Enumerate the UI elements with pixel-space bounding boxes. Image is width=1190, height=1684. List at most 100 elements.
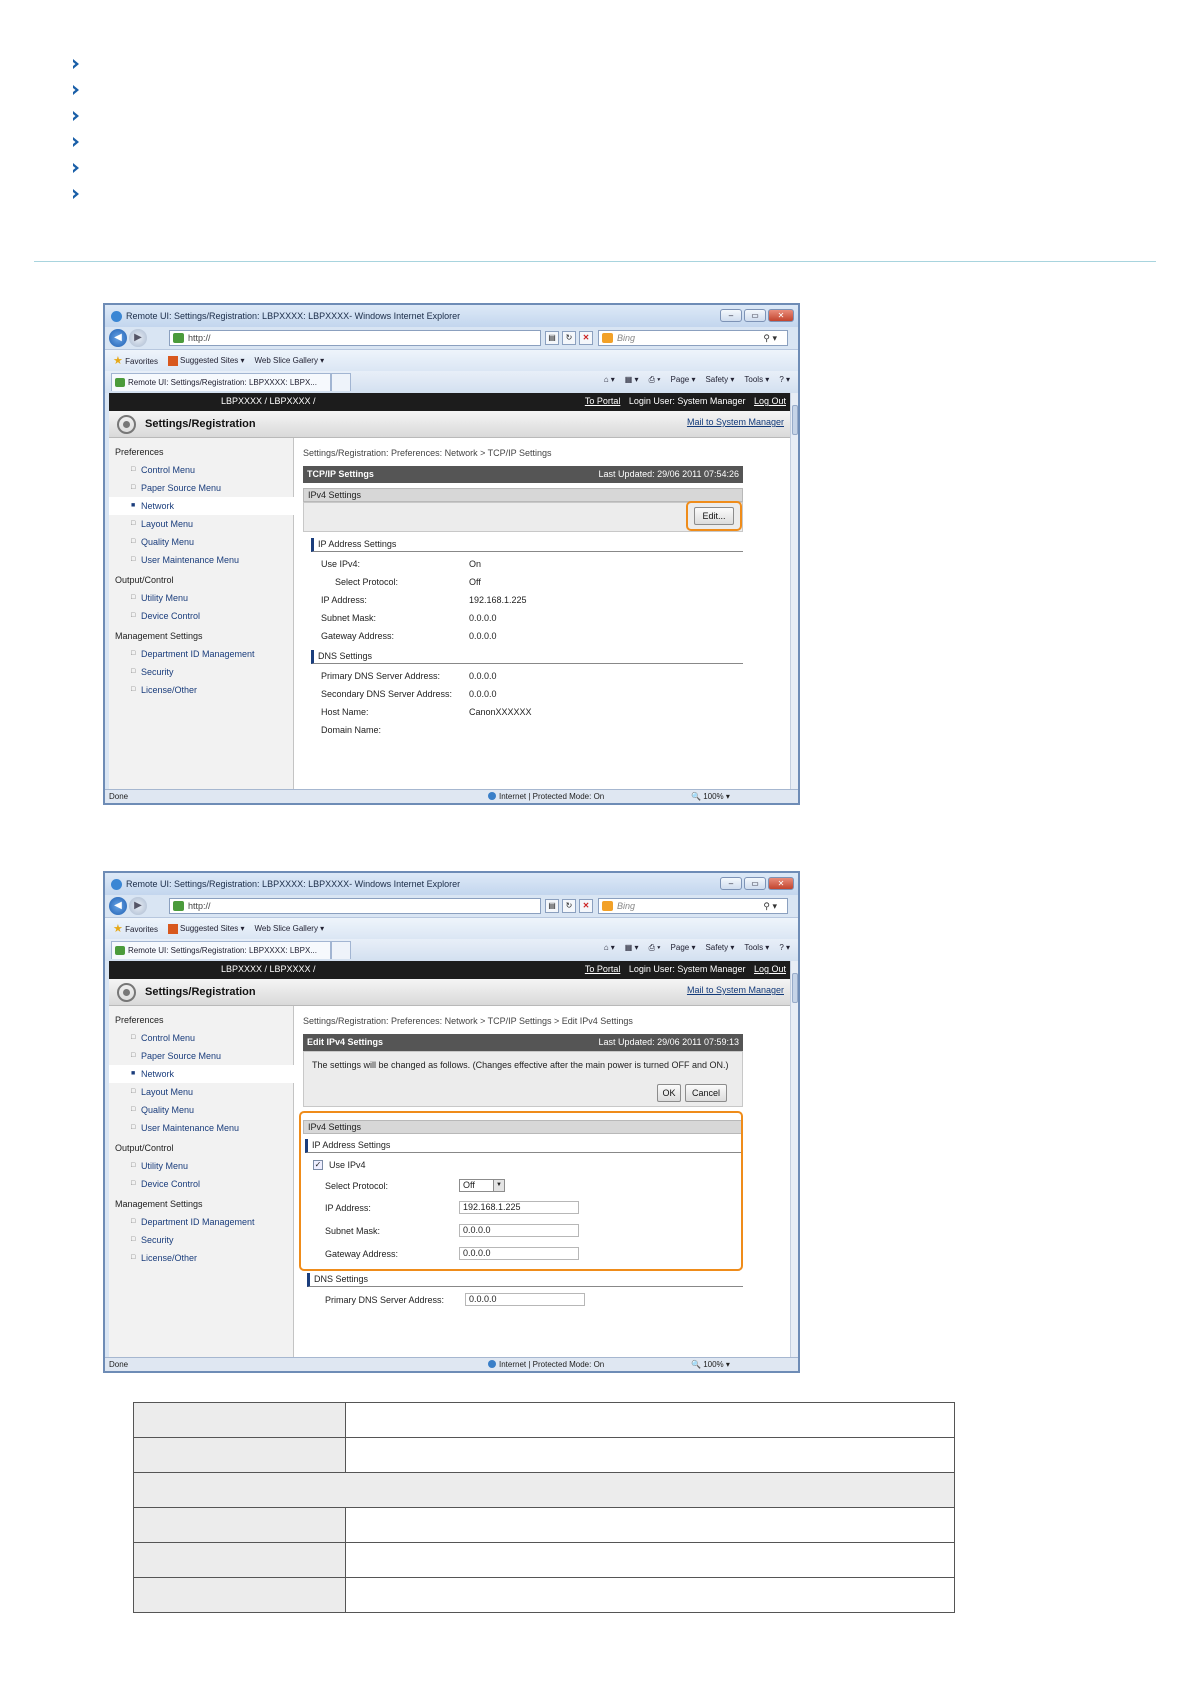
host-name-value: CanonXXXXXX (469, 707, 532, 717)
sidebar-item-label: Control Menu (141, 465, 196, 475)
sidebar-item-control-menu[interactable]: Control Menu (109, 1029, 294, 1047)
sidebar-item-paper-source-menu[interactable]: Paper Source Menu (109, 479, 294, 497)
log-out-link[interactable]: Log Out (754, 964, 786, 974)
vertical-scrollbar[interactable] (790, 393, 798, 791)
sidebar-item-network[interactable]: Network (109, 497, 294, 515)
compat-view-icon[interactable]: ▤ (545, 331, 559, 345)
to-portal-link[interactable]: To Portal (585, 396, 621, 406)
zoom-value: 100% (703, 792, 724, 801)
sidebar-item-license-other[interactable]: License/Other (109, 1249, 294, 1267)
settings-table (133, 1402, 955, 1613)
table-cell-value (345, 1507, 955, 1543)
window-titlebar: Remote UI: Settings/Registration: LBPXXX… (105, 305, 798, 327)
sidebar-item-network[interactable]: Network (109, 1065, 294, 1083)
log-out-link[interactable]: Log Out (754, 396, 786, 406)
suggested-sites-button[interactable]: Suggested Sites ▾ (168, 355, 245, 366)
ok-button[interactable]: OK (657, 1084, 681, 1102)
minimize-button[interactable]: – (720, 309, 742, 322)
suggested-sites-button[interactable]: Suggested Sites ▾ (168, 923, 245, 934)
sidebar-item-user-maintenance-menu[interactable]: User Maintenance Menu (109, 551, 294, 569)
sidebar-item-device-control[interactable]: Device Control (109, 1175, 294, 1193)
sidebar-item-security[interactable]: Security (109, 1231, 294, 1249)
feeds-icon[interactable]: ▦ ▾ (625, 375, 639, 385)
sidebar-item-layout-menu[interactable]: Layout Menu (109, 515, 294, 533)
mail-to-system-manager-link[interactable]: Mail to System Manager (687, 985, 784, 995)
search-box[interactable]: Bing ⚲ ▾ (598, 898, 788, 914)
sidebar-item-security[interactable]: Security (109, 663, 294, 681)
print-icon[interactable]: ⎙ ▾ (649, 943, 661, 953)
sidebar-item-label: Device Control (141, 1179, 201, 1189)
last-updated: Last Updated: 29/06 2011 07:54:26 (598, 469, 739, 479)
sidebar-item-layout-menu[interactable]: Layout Menu (109, 1083, 294, 1101)
print-icon[interactable]: ⎙ ▾ (649, 375, 661, 385)
breadcrumb: Settings/Registration: Preferences: Netw… (303, 448, 552, 458)
page-menu[interactable]: Page ▾ (671, 943, 696, 953)
address-bar[interactable]: http:// (169, 330, 541, 346)
sidebar-group-management-settings: Management Settings (115, 1199, 203, 1209)
zoom-level[interactable]: 🔍 100% ▾ (691, 792, 730, 801)
to-portal-link[interactable]: To Portal (585, 964, 621, 974)
sidebar-item-user-maintenance-menu[interactable]: User Maintenance Menu (109, 1119, 294, 1137)
back-icon[interactable]: ◀ (109, 897, 127, 915)
refresh-icon[interactable]: ↻ (562, 899, 576, 913)
web-slice-gallery-button[interactable]: Web Slice Gallery ▾ (255, 356, 325, 365)
restore-button[interactable]: ▭ (744, 877, 766, 890)
help-icon[interactable]: ? ▾ (779, 943, 790, 953)
chevron-right-icon (73, 85, 79, 95)
safety-menu[interactable]: Safety ▾ (705, 943, 734, 953)
primary-dns-input[interactable]: 0.0.0.0 (465, 1293, 585, 1306)
address-bar[interactable]: http:// (169, 898, 541, 914)
minimize-button[interactable]: – (720, 877, 742, 890)
sidebar-item-paper-source-menu[interactable]: Paper Source Menu (109, 1047, 294, 1065)
web-slice-gallery-button[interactable]: Web Slice Gallery ▾ (255, 924, 325, 933)
sidebar-item-device-control[interactable]: Device Control (109, 607, 294, 625)
sidebar-item-department-id[interactable]: Department ID Management (109, 645, 294, 663)
sidebar-item-quality-menu[interactable]: Quality Menu (109, 1101, 294, 1119)
sidebar-item-control-menu[interactable]: Control Menu (109, 461, 294, 479)
stop-icon[interactable]: ✕ (579, 331, 593, 345)
scrollbar-thumb[interactable] (792, 405, 798, 435)
new-tab-button[interactable] (331, 941, 351, 959)
ipv4-settings-panel (303, 502, 743, 532)
tools-menu[interactable]: Tools ▾ (744, 943, 769, 953)
tab-row: Remote UI: Settings/Registration: LBPXXX… (105, 939, 798, 961)
remote-ui-page: LBPXXXX / LBPXXXX / To Portal Login User… (109, 393, 794, 791)
close-button[interactable]: ✕ (768, 877, 794, 890)
scrollbar-thumb[interactable] (792, 973, 798, 1003)
help-icon[interactable]: ? ▾ (779, 375, 790, 385)
restore-button[interactable]: ▭ (744, 309, 766, 322)
sidebar-item-quality-menu[interactable]: Quality Menu (109, 533, 294, 551)
favorites-button[interactable]: ★ Favorites (113, 354, 158, 367)
home-icon[interactable]: ⌂ ▾ (604, 943, 615, 953)
cancel-button[interactable]: Cancel (685, 1084, 727, 1102)
browser-tab[interactable]: Remote UI: Settings/Registration: LBPXXX… (111, 941, 331, 959)
feeds-icon[interactable]: ▦ ▾ (625, 943, 639, 953)
search-icon[interactable]: ⚲ ▾ (763, 899, 777, 913)
favorites-button[interactable]: ★ Favorites (113, 922, 158, 935)
top-bar: LBPXXXX / LBPXXXX / To Portal Login User… (109, 393, 794, 411)
vertical-scrollbar[interactable] (790, 961, 798, 1359)
sidebar-item-utility-menu[interactable]: Utility Menu (109, 1157, 294, 1175)
mail-to-system-manager-link[interactable]: Mail to System Manager (687, 417, 784, 427)
sidebar-item-utility-menu[interactable]: Utility Menu (109, 589, 294, 607)
browser-tab[interactable]: Remote UI: Settings/Registration: LBPXXX… (111, 373, 331, 391)
forward-icon[interactable]: ▶ (129, 897, 147, 915)
safety-menu[interactable]: Safety ▾ (705, 375, 734, 385)
sidebar-item-department-id[interactable]: Department ID Management (109, 1213, 294, 1231)
close-button[interactable]: ✕ (768, 309, 794, 322)
sidebar-item-label: Security (141, 1235, 174, 1245)
stop-icon[interactable]: ✕ (579, 899, 593, 913)
refresh-icon[interactable]: ↻ (562, 331, 576, 345)
forward-icon[interactable]: ▶ (129, 329, 147, 347)
search-icon[interactable]: ⚲ ▾ (763, 331, 777, 345)
new-tab-button[interactable] (331, 373, 351, 391)
page-menu[interactable]: Page ▾ (671, 375, 696, 385)
tools-menu[interactable]: Tools ▾ (744, 375, 769, 385)
home-icon[interactable]: ⌂ ▾ (604, 375, 615, 385)
search-box[interactable]: Bing ⚲ ▾ (598, 330, 788, 346)
chevron-right-icon (73, 59, 79, 69)
back-icon[interactable]: ◀ (109, 329, 127, 347)
compat-view-icon[interactable]: ▤ (545, 899, 559, 913)
zoom-level[interactable]: 🔍 100% ▾ (691, 1360, 730, 1369)
sidebar-item-license-other[interactable]: License/Other (109, 681, 294, 699)
